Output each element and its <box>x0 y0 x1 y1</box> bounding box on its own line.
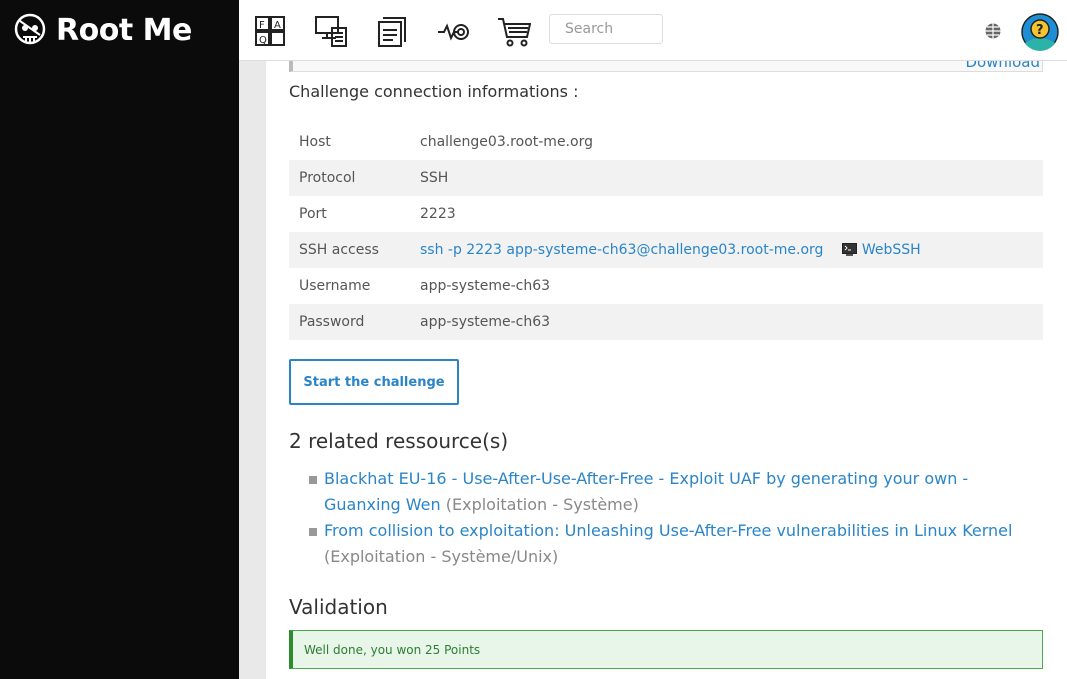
password-value: app-systeme-ch63 <box>410 304 1043 340</box>
resource-link[interactable]: From collision to exploitation: Unleashi… <box>324 521 1012 540</box>
faq-icon[interactable]: F A Q <box>252 13 288 49</box>
connection-intro: Challenge connection informations : <box>289 82 579 101</box>
related-resources-list: Blackhat EU-16 - Use-After-Use-After-Fre… <box>309 466 1024 570</box>
protocol-label: Protocol <box>289 160 410 196</box>
table-row: SSH access ssh -p 2223 app-systeme-ch63@… <box>289 232 1043 268</box>
username-value: app-systeme-ch63 <box>420 278 551 294</box>
validation-success-message: Well done, you won 25 Points <box>289 630 1043 669</box>
host-label: Host <box>299 134 331 150</box>
challenges-icon[interactable] <box>313 13 349 49</box>
challenge-content: Download Challenge connection informatio… <box>266 61 1067 679</box>
ssh-command-link[interactable]: ssh -p 2223 app-systeme-ch63@challenge03… <box>420 242 823 258</box>
terminal-icon <box>841 243 857 256</box>
documentation-icon[interactable] <box>374 13 410 49</box>
table-row: Password app-systeme-ch63 <box>289 304 1043 340</box>
svg-text:Q: Q <box>259 35 267 46</box>
brand-name: Root Me <box>56 13 192 48</box>
ssh-access-label: SSH access <box>289 232 410 268</box>
skull-logo-icon <box>14 13 46 44</box>
connection-table: Host challenge03.root-me.org Protocol SS… <box>289 124 1043 340</box>
port-label: Port <box>299 206 327 222</box>
user-help-avatar-icon[interactable]: ? <box>1021 13 1059 51</box>
ssh-access-value: ssh -p 2223 app-systeme-ch63@challenge03… <box>410 232 1043 268</box>
host-value: challenge03.root-me.org <box>420 134 593 150</box>
main-nav: F A Q <box>252 13 557 49</box>
search-input[interactable] <box>549 14 663 44</box>
logo[interactable]: Root Me <box>0 0 239 61</box>
list-item: Blackhat EU-16 - Use-After-Use-After-Fre… <box>309 466 1024 518</box>
sidebar <box>0 61 239 679</box>
shop-cart-icon[interactable] <box>496 13 532 49</box>
svg-text:F: F <box>259 20 265 31</box>
download-link[interactable]: Download <box>965 61 1040 71</box>
resource-category: (Exploitation - Système/Unix) <box>324 547 559 566</box>
related-resources-title: 2 related ressource(s) <box>289 429 509 453</box>
validation-title: Validation <box>289 595 388 619</box>
resource-category: (Exploitation - Système) <box>445 495 639 514</box>
list-item: From collision to exploitation: Unleashi… <box>309 518 1024 570</box>
username-label: Username <box>299 278 371 294</box>
ctf-radar-icon[interactable] <box>435 13 471 49</box>
globe-icon[interactable] <box>984 22 1002 40</box>
start-challenge-button[interactable]: Start the challenge <box>289 359 459 405</box>
table-row: Host challenge03.root-me.org <box>289 124 1043 160</box>
table-row: Port 2223 <box>289 196 1043 232</box>
password-label: Password <box>289 304 410 340</box>
top-header: Root Me F A Q Search ? <box>0 0 1067 61</box>
svg-text:A: A <box>274 20 281 31</box>
previous-section-box: Download <box>289 61 1043 72</box>
port-value: 2223 <box>420 206 456 222</box>
table-row: Protocol SSH <box>289 160 1043 196</box>
protocol-value: SSH <box>410 160 1043 196</box>
svg-text:?: ? <box>1036 23 1044 38</box>
table-row: Username app-systeme-ch63 <box>289 268 1043 304</box>
resource-link[interactable]: Blackhat EU-16 - Use-After-Use-After-Fre… <box>324 469 968 514</box>
webssh-link[interactable]: WebSSH <box>862 242 921 258</box>
